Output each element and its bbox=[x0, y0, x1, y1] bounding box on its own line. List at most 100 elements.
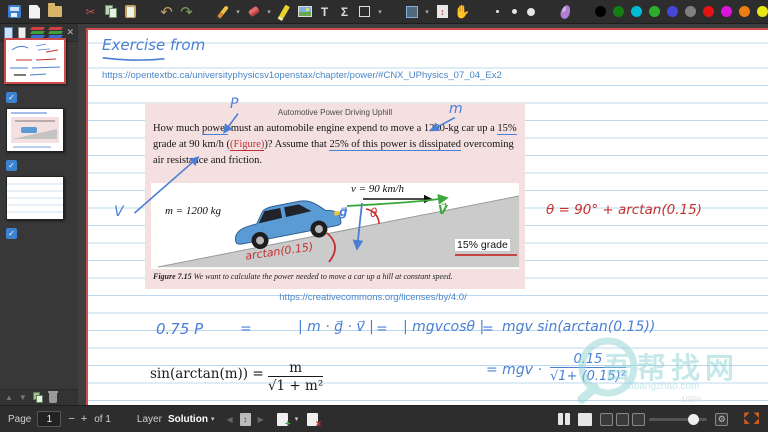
dual-page-icon bbox=[565, 413, 571, 425]
problem-image: Automotive Power Driving Uphill How much… bbox=[145, 103, 525, 289]
problem-text-part: How much bbox=[153, 123, 202, 134]
add-page-dropdown-icon[interactable]: ▾ bbox=[292, 415, 302, 423]
eraser-options-dropdown[interactable]: ▾ bbox=[265, 8, 273, 16]
zoom-slider[interactable]: 169% bbox=[649, 395, 708, 425]
new-document-button[interactable] bbox=[26, 3, 43, 21]
text-tool-button[interactable]: T bbox=[316, 3, 333, 21]
contents-pane-icon[interactable] bbox=[17, 26, 27, 39]
check-icon: ✓ bbox=[8, 161, 15, 170]
select-options-dropdown[interactable]: ▾ bbox=[423, 8, 431, 16]
layerstack-icon[interactable] bbox=[48, 26, 63, 39]
thickness-thick-button[interactable] bbox=[524, 4, 538, 20]
page-number-input[interactable] bbox=[37, 411, 62, 427]
copy-page-icon[interactable] bbox=[32, 392, 43, 403]
delete-current-page-icon[interactable] bbox=[307, 412, 321, 430]
undo-button[interactable]: ↶ bbox=[158, 3, 175, 21]
zoom-settings-button[interactable]: ⚙ bbox=[715, 412, 729, 426]
move-page-down-icon[interactable]: ▼ bbox=[19, 393, 27, 402]
document-page[interactable]: Exercise from https://opentextbc.ca/univ… bbox=[86, 28, 768, 405]
shape-tool-button[interactable] bbox=[356, 3, 373, 21]
color-swatch-black[interactable] bbox=[595, 6, 606, 17]
insert-image-button[interactable] bbox=[296, 3, 313, 21]
save-icon bbox=[8, 5, 21, 18]
fit-width-button[interactable] bbox=[616, 412, 630, 426]
open-button[interactable] bbox=[46, 3, 63, 21]
vertical-space-button[interactable]: ↕ bbox=[434, 3, 451, 21]
work-rhs: mgv sin(arctan(0.15)) bbox=[502, 319, 656, 335]
move-page-up-icon[interactable]: ▲ bbox=[5, 393, 13, 402]
previous-layer-icon[interactable]: ◀ bbox=[223, 415, 235, 424]
page-thumbnail-3[interactable] bbox=[6, 176, 64, 220]
color-swatch-red[interactable] bbox=[703, 6, 714, 17]
color-swatch-blue[interactable] bbox=[667, 6, 678, 17]
undo-icon: ↶ bbox=[160, 3, 173, 21]
chevron-down-icon: ▾ bbox=[236, 8, 240, 16]
sidebar-footer: ▲ ▼ bbox=[0, 389, 78, 405]
work-lhs: 0.75 P bbox=[156, 320, 204, 338]
thickness-fine-button[interactable] bbox=[490, 4, 504, 20]
dual-page-view-button[interactable] bbox=[558, 413, 571, 425]
add-page-icon[interactable] bbox=[276, 412, 291, 430]
eraser-tool-button[interactable] bbox=[245, 3, 262, 21]
color-swatch-darkgreen[interactable] bbox=[613, 6, 624, 17]
formula-lhs: sin(arctan(m)) = bbox=[150, 365, 268, 382]
page-thumbnail-2[interactable] bbox=[6, 108, 64, 152]
fit-page-button[interactable] bbox=[600, 412, 614, 426]
application-window: ✂ ↶ ↷ ▾ ▾ T Σ ▾ ▾ ↕ ✋ ✕ ✓ ✓ ✓ ▲ ▼ Exerci… bbox=[0, 0, 768, 432]
zoom-level-label: 169% bbox=[681, 394, 702, 404]
close-sidebar-icon[interactable]: ✕ bbox=[66, 27, 74, 38]
shape-options-dropdown[interactable]: ▾ bbox=[376, 8, 384, 16]
highlighter-tool-button[interactable] bbox=[276, 3, 293, 21]
result-fraction: 0.15 √1+ (0.15)² bbox=[550, 352, 626, 384]
caption-label: Figure 7.15 bbox=[153, 272, 192, 281]
delete-page-icon[interactable] bbox=[47, 390, 58, 403]
paste-button[interactable] bbox=[122, 3, 139, 21]
layers-icon[interactable] bbox=[30, 26, 46, 39]
text-icon: T bbox=[320, 4, 329, 19]
redo-button[interactable]: ↷ bbox=[178, 3, 195, 21]
goto-layer-icon[interactable]: ↕ bbox=[239, 412, 251, 426]
next-layer-icon[interactable]: ▶ bbox=[255, 415, 267, 424]
layer-select-value[interactable]: Solution bbox=[168, 414, 208, 425]
check-icon: ✓ bbox=[8, 93, 15, 102]
page-decrement-button[interactable]: − bbox=[65, 413, 77, 425]
fullscreen-icon: ◣ ◢ bbox=[744, 418, 760, 425]
page-3-checkbox[interactable]: ✓ bbox=[6, 228, 17, 239]
layer-dropdown-icon[interactable]: ▾ bbox=[208, 415, 218, 423]
color-swatch-cyan[interactable] bbox=[631, 6, 642, 17]
color-swatch-gray[interactable] bbox=[685, 6, 696, 17]
math-tex-button[interactable]: Σ bbox=[336, 3, 353, 21]
page-increment-button[interactable]: + bbox=[78, 413, 90, 425]
square-shape-icon bbox=[359, 6, 370, 17]
color-swatch-orange[interactable] bbox=[739, 6, 750, 17]
page-2-checkbox[interactable]: ✓ bbox=[6, 160, 17, 171]
single-page-view-button[interactable] bbox=[578, 412, 593, 426]
formula-denominator: 1 + m² bbox=[276, 376, 324, 394]
thickness-medium-button[interactable] bbox=[507, 4, 521, 20]
pen-tool-button[interactable] bbox=[214, 3, 231, 21]
problem-text-part: must an automobile engine expend to move… bbox=[228, 123, 498, 134]
figure-link: (Figure) bbox=[229, 138, 265, 151]
copy-button[interactable] bbox=[102, 3, 119, 21]
layer-label: Layer bbox=[136, 413, 162, 425]
cut-button[interactable]: ✂ bbox=[82, 3, 99, 21]
page-thumbnail-1[interactable] bbox=[4, 38, 66, 84]
color-swatch-green[interactable] bbox=[649, 6, 660, 17]
fullscreen-button[interactable]: ◤ ◥ ◣ ◢ bbox=[744, 412, 760, 425]
shape-recognizer-button[interactable] bbox=[557, 3, 574, 21]
page-1-checkbox[interactable]: ✓ bbox=[6, 92, 17, 103]
zoom-slider-knob[interactable] bbox=[687, 413, 699, 425]
pen-options-dropdown[interactable]: ▾ bbox=[234, 8, 242, 16]
power-underlined: power bbox=[202, 123, 229, 135]
v-margin-annotation: V bbox=[114, 204, 124, 220]
preview-pane-icon[interactable] bbox=[4, 26, 13, 39]
save-button[interactable] bbox=[6, 3, 23, 21]
work-eq3: = bbox=[482, 321, 494, 337]
color-swatch-yellow[interactable] bbox=[757, 6, 768, 17]
g-vector-annotation: g⃗ bbox=[339, 205, 348, 219]
color-swatch-magenta[interactable] bbox=[721, 6, 732, 17]
medium-dot-icon bbox=[511, 9, 517, 14]
zoom-100-button[interactable] bbox=[632, 412, 646, 426]
hand-tool-button[interactable]: ✋ bbox=[454, 3, 471, 21]
select-tool-button[interactable] bbox=[403, 3, 420, 21]
